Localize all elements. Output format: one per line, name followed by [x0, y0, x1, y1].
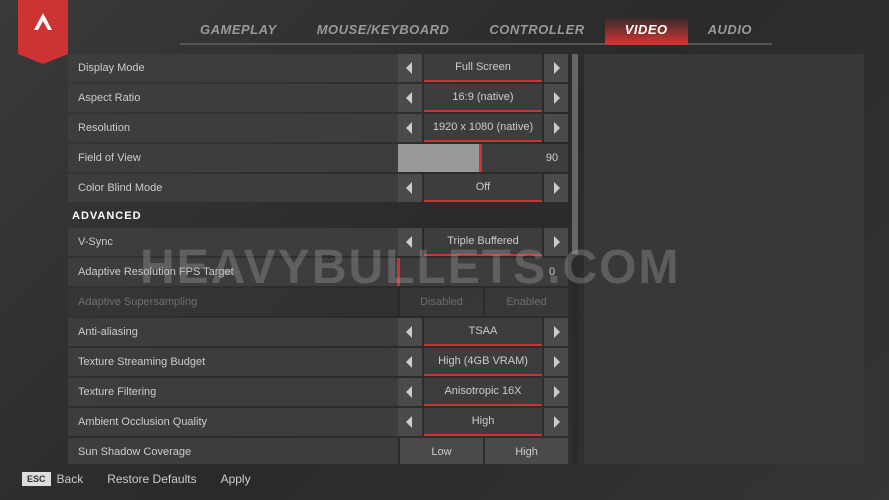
setting-label: Anti-aliasing [68, 318, 398, 346]
back-label: Back [57, 472, 84, 486]
setting-fov[interactable]: Field of View 90 [68, 144, 568, 172]
fov-slider[interactable] [398, 144, 534, 172]
setting-label: Color Blind Mode [68, 174, 398, 202]
prev-arrow[interactable] [398, 408, 422, 436]
setting-adaptive-supersampling: Adaptive Supersampling Disabled Enabled [68, 288, 568, 316]
setting-label: Adaptive Supersampling [68, 288, 398, 316]
game-logo [18, 0, 68, 54]
prev-arrow[interactable] [398, 378, 422, 406]
prev-arrow[interactable] [398, 348, 422, 376]
setting-value: High [424, 408, 542, 436]
next-arrow[interactable] [544, 114, 568, 142]
option-enabled: Enabled [485, 288, 568, 316]
setting-texture-budget[interactable]: Texture Streaming Budget High (4GB VRAM) [68, 348, 568, 376]
next-arrow[interactable] [544, 84, 568, 112]
setting-label: Sun Shadow Coverage [68, 438, 398, 464]
setting-color-blind[interactable]: Color Blind Mode Off [68, 174, 568, 202]
setting-value: 16:9 (native) [424, 84, 542, 112]
tab-audio[interactable]: AUDIO [688, 16, 772, 45]
settings-list: Display Mode Full Screen Aspect Ratio 16… [68, 54, 568, 464]
description-panel [584, 54, 864, 464]
prev-arrow[interactable] [398, 84, 422, 112]
scrollbar-thumb[interactable] [572, 54, 578, 254]
scrollbar[interactable] [572, 54, 578, 464]
next-arrow[interactable] [544, 408, 568, 436]
apply-button[interactable]: Apply [221, 472, 251, 486]
tab-gameplay[interactable]: GAMEPLAY [180, 16, 297, 45]
setting-adaptive-res[interactable]: Adaptive Resolution FPS Target 0 [68, 258, 568, 286]
setting-value: Anisotropic 16X [424, 378, 542, 406]
setting-value: 1920 x 1080 (native) [424, 114, 542, 142]
setting-aspect-ratio[interactable]: Aspect Ratio 16:9 (native) [68, 84, 568, 112]
prev-arrow[interactable] [398, 174, 422, 202]
setting-label: Ambient Occlusion Quality [68, 408, 398, 436]
setting-label: Texture Streaming Budget [68, 348, 398, 376]
setting-label: Field of View [68, 144, 398, 172]
setting-resolution[interactable]: Resolution 1920 x 1080 (native) [68, 114, 568, 142]
setting-value: Triple Buffered [424, 228, 542, 256]
setting-display-mode[interactable]: Display Mode Full Screen [68, 54, 568, 82]
tab-video[interactable]: VIDEO [605, 16, 688, 45]
prev-arrow[interactable] [398, 54, 422, 82]
next-arrow[interactable] [544, 54, 568, 82]
footer-bar: ESC Back Restore Defaults Apply [22, 472, 251, 486]
fov-value: 90 [536, 144, 568, 172]
esc-key-icon: ESC [22, 472, 51, 486]
setting-label: V-Sync [68, 228, 398, 256]
option-disabled: Disabled [400, 288, 483, 316]
tab-controller[interactable]: CONTROLLER [469, 16, 604, 45]
prev-arrow[interactable] [398, 318, 422, 346]
setting-label: Texture Filtering [68, 378, 398, 406]
setting-value: Full Screen [424, 54, 542, 82]
option-high[interactable]: High [485, 438, 568, 464]
next-arrow[interactable] [544, 378, 568, 406]
setting-value: High (4GB VRAM) [424, 348, 542, 376]
adaptive-res-value: 0 [536, 258, 568, 286]
setting-value: Off [424, 174, 542, 202]
setting-ambient-occlusion[interactable]: Ambient Occlusion Quality High [68, 408, 568, 436]
next-arrow[interactable] [544, 318, 568, 346]
back-button[interactable]: ESC Back [22, 472, 83, 486]
adaptive-res-slider[interactable] [398, 258, 534, 286]
next-arrow[interactable] [544, 228, 568, 256]
setting-vsync[interactable]: V-Sync Triple Buffered [68, 228, 568, 256]
setting-label: Resolution [68, 114, 398, 142]
tab-mouse-keyboard[interactable]: MOUSE/KEYBOARD [297, 16, 470, 45]
setting-texture-filter[interactable]: Texture Filtering Anisotropic 16X [68, 378, 568, 406]
setting-sun-shadow[interactable]: Sun Shadow Coverage Low High [68, 438, 568, 464]
prev-arrow[interactable] [398, 228, 422, 256]
setting-label: Adaptive Resolution FPS Target [68, 258, 398, 286]
setting-value: TSAA [424, 318, 542, 346]
next-arrow[interactable] [544, 348, 568, 376]
prev-arrow[interactable] [398, 114, 422, 142]
setting-label: Display Mode [68, 54, 398, 82]
setting-anti-aliasing[interactable]: Anti-aliasing TSAA [68, 318, 568, 346]
next-arrow[interactable] [544, 174, 568, 202]
restore-defaults-button[interactable]: Restore Defaults [107, 472, 196, 486]
settings-tabs: GAMEPLAY MOUSE/KEYBOARD CONTROLLER VIDEO… [180, 16, 772, 45]
option-low[interactable]: Low [400, 438, 483, 464]
setting-label: Aspect Ratio [68, 84, 398, 112]
section-advanced: ADVANCED [68, 204, 568, 228]
